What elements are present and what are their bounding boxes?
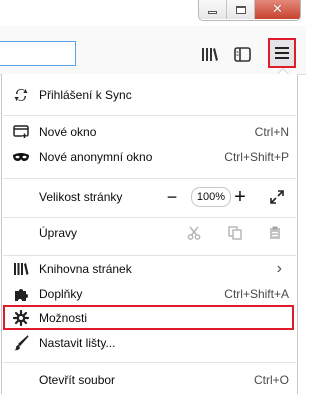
menu-item-label: Nové anonymní okno — [39, 150, 153, 164]
menu-item-label: Úpravy — [39, 226, 78, 240]
zoom-out-button[interactable]: − — [163, 187, 181, 208]
maximize-button[interactable] — [227, 0, 255, 19]
menu-separator — [3, 217, 296, 218]
sidebar-icon[interactable] — [230, 42, 254, 66]
navigation-toolbar — [0, 26, 306, 75]
menu-item-open-file[interactable]: Otevřít soubor Ctrl+O — [2, 368, 297, 392]
close-icon: ✕ — [272, 2, 283, 17]
menu-item-label: Přihlášení k Sync — [39, 88, 132, 102]
menu-item-library[interactable]: Knihovna stránek › — [2, 257, 297, 281]
menu-item-new-private-window[interactable]: Nové anonymní okno Ctrl+Shift+P — [2, 145, 297, 169]
menu-item-label: Doplňky — [39, 287, 83, 301]
options-highlight-box — [3, 305, 294, 330]
menu-item-label: Nové okno — [39, 125, 97, 139]
menu-item-customize[interactable]: Nastavit lišty... — [2, 331, 297, 355]
open-menu-button[interactable] — [268, 38, 296, 68]
zoom-reset-button[interactable]: 100% — [191, 187, 231, 207]
menu-item-new-window[interactable]: Nové okno Ctrl+N — [2, 120, 297, 144]
minimize-icon — [208, 11, 217, 14]
menu-item-addons[interactable]: Doplňky Ctrl+Shift+A — [2, 282, 297, 306]
minimize-button[interactable] — [199, 0, 227, 19]
library-icon[interactable] — [198, 42, 222, 66]
sync-icon — [3, 87, 39, 103]
library-icon — [3, 262, 39, 276]
window-controls: ✕ — [198, 0, 301, 21]
menu-separator — [3, 255, 296, 256]
new-window-icon — [3, 125, 39, 139]
menu-item-zoom: Velikost stránky − 100% + — [2, 184, 297, 210]
menu-separator — [3, 178, 296, 179]
menu-item-label: Nastavit lišty... — [39, 336, 116, 350]
menu-item-shortcut: Ctrl+Shift+P — [224, 150, 289, 164]
paste-icon[interactable] — [266, 224, 284, 242]
app-menu-panel: Přihlášení k Sync Nové okno Ctrl+N Nové … — [1, 74, 298, 394]
copy-icon[interactable] — [226, 224, 244, 242]
menu-separator — [3, 362, 296, 363]
menu-item-shortcut: Ctrl+O — [253, 373, 289, 387]
cut-icon[interactable] — [185, 224, 203, 242]
window-titlebar: ✕ — [0, 0, 306, 26]
close-button[interactable]: ✕ — [255, 0, 300, 19]
paintbrush-icon — [3, 335, 39, 351]
zoom-in-button[interactable]: + — [230, 186, 250, 209]
menu-separator — [3, 115, 296, 116]
menu-item-shortcut: Ctrl+N — [254, 125, 289, 139]
fullscreen-icon[interactable] — [268, 190, 286, 204]
url-bar[interactable] — [0, 41, 76, 66]
menu-item-edit: Úpravy — [2, 220, 297, 246]
chevron-right-icon: › — [276, 260, 282, 277]
private-mask-icon — [3, 152, 39, 162]
menu-item-sync[interactable]: Přihlášení k Sync — [2, 83, 297, 107]
menu-item-label: Knihovna stránek — [39, 262, 132, 276]
puzzle-piece-icon — [3, 287, 39, 302]
menu-item-shortcut: Ctrl+Shift+A — [224, 287, 289, 301]
hamburger-icon — [275, 47, 289, 59]
maximize-icon — [235, 5, 246, 14]
menu-item-label: Otevřít soubor — [39, 373, 116, 387]
